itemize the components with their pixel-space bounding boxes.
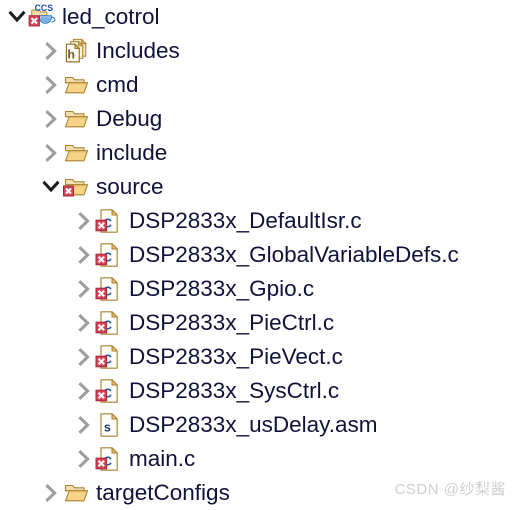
c-source-file-icon: C: [95, 207, 123, 235]
chevron-right-icon[interactable]: [73, 448, 95, 470]
c-source-file-icon: C: [95, 377, 123, 405]
tree-row[interactable]: C DSP2833x_SysCtrl.c: [0, 374, 520, 408]
tree-item-label: main.c: [129, 446, 196, 471]
tree-item-label: DSP2833x_SysCtrl.c: [129, 378, 340, 403]
tree-item-label: Debug: [96, 106, 163, 131]
chevron-right-icon[interactable]: [73, 380, 95, 402]
tree-row[interactable]: h Includes: [0, 34, 520, 68]
tree-item-label: DSP2833x_GlobalVariableDefs.c: [129, 242, 459, 267]
folder-icon: [62, 139, 90, 167]
chevron-down-icon[interactable]: [6, 6, 28, 28]
tree-item-label: targetConfigs: [96, 480, 230, 505]
tree-item-label: source: [96, 174, 164, 199]
tree-row[interactable]: CCS led_cotrol: [0, 0, 520, 34]
svg-text:s: s: [104, 420, 111, 434]
tree-row[interactable]: cmd: [0, 68, 520, 102]
folder-icon: [62, 173, 90, 201]
tree-row[interactable]: C DSP2833x_DefaultIsr.c: [0, 204, 520, 238]
svg-text:CCS: CCS: [35, 3, 54, 13]
svg-text:h: h: [67, 48, 75, 62]
chevron-right-icon[interactable]: [40, 482, 62, 504]
tree-row[interactable]: s DSP2833x_usDelay.asm: [0, 408, 520, 442]
csdn-watermark: CSDN @纱梨酱: [394, 481, 506, 498]
chevron-right-icon[interactable]: [40, 108, 62, 130]
tree-item-label: cmd: [96, 72, 139, 97]
tree-item-label: DSP2833x_PieCtrl.c: [129, 310, 335, 335]
chevron-right-icon[interactable]: [73, 244, 95, 266]
tree-row[interactable]: C DSP2833x_PieVect.c: [0, 340, 520, 374]
chevron-right-icon[interactable]: [40, 40, 62, 62]
tree-row[interactable]: Debug: [0, 102, 520, 136]
chevron-down-icon[interactable]: [40, 176, 62, 198]
tree-item-label: DSP2833x_usDelay.asm: [129, 412, 378, 437]
c-source-file-icon: C: [95, 343, 123, 371]
chevron-right-icon[interactable]: [40, 142, 62, 164]
tree-item-label: DSP2833x_Gpio.c: [129, 276, 315, 301]
asm-source-file-icon: s: [95, 411, 123, 439]
folder-icon: [62, 71, 90, 99]
tree-item-label: DSP2833x_PieVect.c: [129, 344, 343, 369]
c-source-file-icon: C: [95, 241, 123, 269]
c-source-file-icon: C: [95, 309, 123, 337]
c-source-file-icon: C: [95, 275, 123, 303]
ccs-project-icon: CCS: [28, 3, 56, 31]
tree-item-label: include: [96, 140, 168, 165]
includes-header-stack-icon: h: [62, 37, 90, 65]
tree-item-label: Includes: [96, 38, 180, 63]
project-explorer-tree[interactable]: CCS led_cotrolh Includes cmd Debug include sou…: [0, 0, 520, 509]
chevron-right-icon[interactable]: [73, 278, 95, 300]
chevron-right-icon[interactable]: [73, 312, 95, 334]
c-source-file-icon: C: [95, 445, 123, 473]
tree-row[interactable]: C DSP2833x_GlobalVariableDefs.c: [0, 238, 520, 272]
folder-icon: [62, 105, 90, 133]
tree-row[interactable]: C DSP2833x_Gpio.c: [0, 272, 520, 306]
chevron-right-icon[interactable]: [40, 74, 62, 96]
chevron-right-icon[interactable]: [73, 346, 95, 368]
tree-item-label: DSP2833x_DefaultIsr.c: [129, 208, 362, 233]
folder-icon: [62, 479, 90, 507]
tree-row[interactable]: C DSP2833x_PieCtrl.c: [0, 306, 520, 340]
tree-row[interactable]: include: [0, 136, 520, 170]
chevron-right-icon[interactable]: [73, 210, 95, 232]
tree-item-label: led_cotrol: [62, 4, 160, 29]
tree-row[interactable]: Cmain.c: [0, 442, 520, 476]
chevron-right-icon[interactable]: [73, 414, 95, 436]
tree-row[interactable]: source: [0, 170, 520, 204]
